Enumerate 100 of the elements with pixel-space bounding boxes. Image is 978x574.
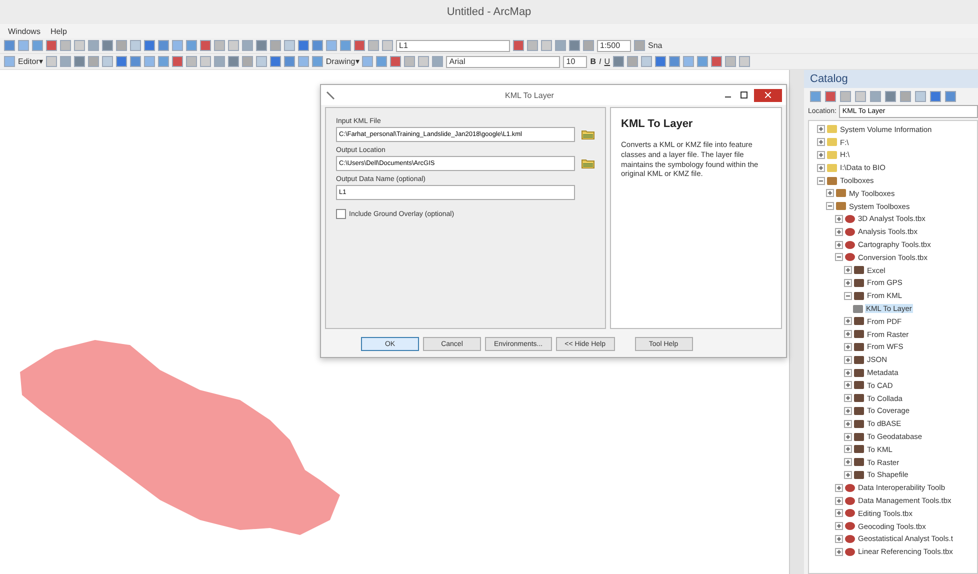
- tool-icon[interactable]: [825, 90, 836, 102]
- expander-icon[interactable]: [844, 330, 852, 338]
- tool-icon[interactable]: [711, 56, 722, 67]
- expander-icon[interactable]: [844, 292, 852, 300]
- bold-button[interactable]: B: [590, 57, 596, 66]
- tool-icon[interactable]: [270, 56, 281, 67]
- close-button[interactable]: [754, 88, 782, 102]
- tool-icon[interactable]: [945, 90, 956, 102]
- tool-icon[interactable]: [200, 56, 211, 67]
- tool-icon[interactable]: [404, 56, 416, 67]
- folder-icon[interactable]: [581, 129, 595, 140]
- tool-icon[interactable]: [354, 40, 365, 51]
- tool-icon[interactable]: [312, 56, 323, 67]
- tool-icon[interactable]: [870, 90, 881, 102]
- expander-icon[interactable]: [835, 228, 843, 236]
- expander-icon[interactable]: [844, 406, 852, 415]
- tool-icon[interactable]: [158, 56, 169, 67]
- tool-icon[interactable]: [885, 90, 896, 102]
- scale-dropdown[interactable]: 1:500: [597, 40, 631, 52]
- expander-icon[interactable]: [844, 445, 852, 454]
- tool-icon[interactable]: [655, 56, 666, 67]
- expander-icon[interactable]: [817, 176, 825, 185]
- tool-icon[interactable]: [242, 56, 253, 67]
- layer-dropdown[interactable]: L1: [396, 40, 510, 52]
- expander-icon[interactable]: [844, 432, 852, 441]
- drawing-menu[interactable]: Drawing▾: [326, 57, 360, 66]
- folder-icon[interactable]: [581, 158, 595, 169]
- expander-icon[interactable]: [844, 381, 852, 390]
- expander-icon[interactable]: [835, 240, 843, 249]
- expander-icon[interactable]: [844, 458, 852, 466]
- snap-label[interactable]: Sna: [648, 41, 662, 50]
- tool-icon[interactable]: [284, 56, 295, 67]
- expander-icon[interactable]: [844, 470, 852, 479]
- maximize-icon[interactable]: [740, 91, 748, 99]
- tool-icon[interactable]: [432, 56, 444, 67]
- tool-icon[interactable]: [810, 90, 821, 102]
- tool-icon[interactable]: [513, 40, 524, 51]
- expander-icon[interactable]: [844, 356, 852, 364]
- tool-icon[interactable]: [102, 56, 113, 67]
- tool-icon[interactable]: [116, 56, 127, 67]
- expander-icon[interactable]: [835, 548, 843, 556]
- expander-icon[interactable]: [835, 496, 843, 504]
- tool-icon[interactable]: [418, 56, 430, 67]
- tool-icon[interactable]: [915, 90, 926, 102]
- tool-icon[interactable]: [900, 90, 911, 102]
- italic-button[interactable]: I: [599, 57, 602, 66]
- tool-icon[interactable]: [88, 56, 99, 67]
- tool-icon[interactable]: [669, 56, 680, 67]
- expander-icon[interactable]: [844, 317, 852, 326]
- tool-icon[interactable]: [172, 56, 183, 67]
- tool-icon[interactable]: [390, 56, 402, 67]
- expander-icon[interactable]: [835, 509, 843, 518]
- tool-icon[interactable]: [130, 56, 141, 67]
- expander-icon[interactable]: [844, 394, 852, 402]
- expander-icon[interactable]: [844, 368, 852, 377]
- tool-icon[interactable]: [298, 56, 309, 67]
- tool-icon[interactable]: [641, 56, 652, 67]
- expander-icon[interactable]: [817, 164, 825, 172]
- menu-item[interactable]: Help: [50, 26, 67, 36]
- tool-icon[interactable]: [840, 90, 851, 102]
- expander-icon[interactable]: [844, 278, 852, 287]
- tool-icon[interactable]: [613, 56, 624, 67]
- tool-icon[interactable]: [697, 56, 708, 67]
- checkbox[interactable]: [336, 209, 346, 219]
- tool-icon[interactable]: [627, 56, 638, 67]
- tool-icon[interactable]: [362, 56, 374, 67]
- expander-icon[interactable]: [835, 534, 843, 543]
- tool-icon[interactable]: [683, 56, 694, 67]
- tool-icon[interactable]: [855, 90, 866, 102]
- tool-icon[interactable]: [256, 56, 267, 67]
- expander-icon[interactable]: [844, 266, 852, 274]
- tool-icon[interactable]: [60, 56, 71, 67]
- tool-icon[interactable]: [214, 56, 225, 67]
- tool-icon[interactable]: [298, 40, 309, 51]
- underline-button[interactable]: U: [604, 57, 610, 66]
- editor-menu[interactable]: Editor▾: [18, 57, 43, 66]
- tool-icon[interactable]: [144, 40, 155, 51]
- tool-icon[interactable]: [200, 40, 211, 51]
- tool-icon[interactable]: [46, 40, 57, 51]
- tool-icon[interactable]: [144, 56, 155, 67]
- expander-icon[interactable]: [835, 253, 843, 262]
- font-size-dropdown[interactable]: 10: [563, 56, 588, 68]
- tool-icon[interactable]: [186, 56, 197, 67]
- expander-icon[interactable]: [835, 214, 843, 223]
- expander-icon[interactable]: [826, 189, 834, 198]
- tool-icon[interactable]: [725, 56, 736, 67]
- expander-icon[interactable]: [817, 138, 825, 146]
- tool-icon[interactable]: [739, 56, 750, 67]
- expander-icon[interactable]: [835, 484, 843, 492]
- expander-icon[interactable]: [826, 202, 834, 210]
- tool-icon[interactable]: [376, 56, 388, 67]
- expander-icon[interactable]: [817, 125, 825, 134]
- font-dropdown[interactable]: Arial: [446, 56, 560, 68]
- tool-icon[interactable]: [228, 56, 239, 67]
- tool-icon[interactable]: [930, 90, 941, 102]
- expander-icon[interactable]: [817, 150, 825, 159]
- tool-icon[interactable]: [74, 56, 85, 67]
- expander-icon[interactable]: [844, 420, 852, 428]
- expander-icon[interactable]: [844, 342, 852, 351]
- menu-item[interactable]: Windows: [8, 26, 40, 36]
